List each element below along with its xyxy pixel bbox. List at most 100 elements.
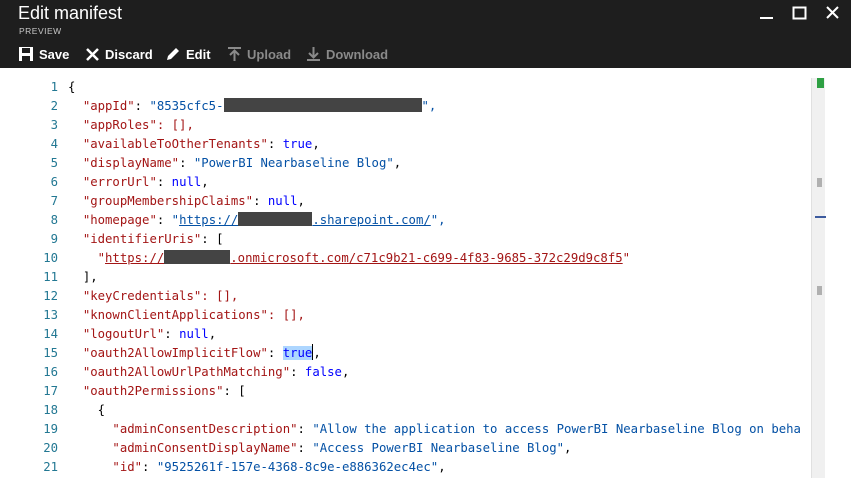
- json-text: ],: [82, 270, 98, 284]
- json-key: "displayName": [82, 156, 180, 170]
- line-number: 3: [50, 118, 58, 132]
- discard-button[interactable]: Discard: [85, 42, 153, 66]
- redaction-bar: [223, 98, 422, 112]
- json-key: "oauth2AllowImplicitFlow": [82, 346, 268, 360]
- discard-icon: [86, 47, 99, 61]
- scroll-marker: [817, 178, 822, 187]
- json-key: "oauth2Permissions": [82, 384, 224, 398]
- text-cursor: [312, 344, 314, 360]
- discard-label: Discard: [105, 46, 153, 62]
- code-line: 16 "oauth2AllowUrlPathMatching": false,: [0, 363, 826, 382]
- line-number: 19: [43, 422, 58, 436]
- json-text: "keyCredentials": [],: [82, 289, 239, 303]
- json-key: "oauth2AllowUrlPathMatching": [82, 365, 291, 379]
- identifier-uri-link[interactable]: https:// .onmicrosoft.com/c71c9b21-c699-4…: [105, 250, 623, 265]
- vertical-scrollbar[interactable]: [811, 78, 825, 478]
- code-line: 9 "identifierUris": [: [0, 230, 826, 249]
- code-line: 4 "availableToOtherTenants": true,: [0, 135, 826, 154]
- line-number: 21: [43, 460, 58, 474]
- edit-button[interactable]: Edit: [165, 42, 211, 66]
- download-icon: [307, 47, 320, 61]
- upload-button[interactable]: Upload: [227, 42, 291, 66]
- line-number: 10: [43, 251, 58, 265]
- code-line: 1{: [0, 78, 826, 97]
- json-key: "adminConsentDescription": [112, 422, 298, 436]
- json-key: "logoutUrl": [82, 327, 165, 341]
- overview-ruler: [826, 68, 851, 478]
- save-button[interactable]: Save: [18, 42, 69, 66]
- json-brace: {: [97, 403, 106, 417]
- line-number: 8: [50, 213, 58, 227]
- json-punct: ",: [430, 213, 446, 227]
- json-value: null: [179, 327, 209, 341]
- json-text: "appRoles": [],: [82, 118, 194, 132]
- json-value: "8535cfc5-: [149, 99, 224, 113]
- line-number: 9: [50, 232, 58, 246]
- code-line: 21 "id": "9525261f-157e-4368-8c9e-e88636…: [0, 458, 826, 477]
- json-value: null: [171, 175, 202, 189]
- json-punct: ": [171, 213, 180, 227]
- code-line: 7 "groupMembershipClaims": null,: [0, 192, 826, 211]
- code-line: 15 "oauth2AllowImplicitFlow": true,: [0, 344, 826, 363]
- blade-title: Edit manifest: [18, 3, 123, 23]
- code-line: 19 "adminConsentDescription": "Allow the…: [0, 420, 826, 439]
- download-button[interactable]: Download: [306, 42, 388, 66]
- code-line: 8 "homepage": "https://.sharepoint.com/"…: [0, 211, 826, 230]
- json-key: "appId": [82, 99, 135, 113]
- link-text: https://: [105, 251, 165, 265]
- cursor-marker: [815, 216, 826, 218]
- redaction-bar: [238, 212, 313, 226]
- json-key: "homepage": [82, 213, 157, 227]
- upload-icon: [228, 47, 241, 61]
- code-line: 6 "errorUrl": null,: [0, 173, 826, 192]
- download-label: Download: [326, 46, 389, 62]
- blade-header: Edit manifest PREVIEW Save Discard Edit …: [0, 0, 851, 68]
- link-text: .sharepoint.com/: [312, 213, 431, 227]
- line-number: 16: [43, 365, 58, 379]
- json-value: "Access PowerBI Nearbaseline Blog": [312, 441, 565, 455]
- line-number: 11: [43, 270, 58, 284]
- command-bar: Save Discard Edit Upload Download: [0, 42, 851, 66]
- code-line: 20 "adminConsentDisplayName": "Access Po…: [0, 439, 826, 458]
- line-number: 13: [43, 308, 58, 322]
- close-icon[interactable]: [822, 4, 844, 24]
- upload-label: Upload: [247, 46, 292, 62]
- json-value: true: [282, 137, 313, 151]
- line-number: 5: [50, 156, 58, 170]
- homepage-link[interactable]: https:// .sharepoint.com/: [179, 212, 431, 227]
- line-number: 12: [43, 289, 58, 303]
- json-key: "groupMembershipClaims": [82, 194, 254, 208]
- code-line: 12 "keyCredentials": [],: [0, 287, 826, 306]
- scroll-marker: [817, 286, 822, 295]
- line-number: 4: [50, 137, 58, 151]
- maximize-icon[interactable]: [789, 4, 811, 24]
- line-number: 17: [43, 384, 58, 398]
- json-key: "identifierUris": [82, 232, 202, 246]
- code-line: 10 "https://.onmicrosoft.com/c71c9b21-c6…: [0, 249, 826, 268]
- code-line: 5 "displayName": "PowerBI Nearbaseline B…: [0, 154, 826, 173]
- json-key: "id": [112, 460, 143, 474]
- json-value: false: [304, 365, 342, 379]
- json-value: "PowerBI Nearbaseline Blog": [193, 156, 394, 170]
- json-value: "Allow the application to access PowerBI…: [312, 422, 801, 436]
- line-number: 14: [43, 327, 58, 341]
- json-punct: ": [622, 251, 631, 265]
- code-line: 13 "knownClientApplications": [],: [0, 306, 826, 325]
- save-label: Save: [39, 46, 70, 62]
- json-punct: ",: [421, 99, 437, 113]
- line-number: 15: [43, 346, 58, 360]
- edit-label: Edit: [186, 46, 211, 62]
- json-text: "knownClientApplications": [],: [82, 308, 305, 322]
- line-number: 18: [43, 403, 58, 417]
- code-line: 14 "logoutUrl": null,: [0, 325, 826, 344]
- line-number: 6: [50, 175, 58, 189]
- json-value-selected: true: [282, 346, 313, 360]
- code-line: 17 "oauth2Permissions": [: [0, 382, 826, 401]
- line-number: 20: [43, 441, 58, 455]
- code-line: 18 {: [0, 401, 826, 420]
- minimize-icon[interactable]: [756, 4, 778, 24]
- json-key: "errorUrl": [82, 175, 157, 189]
- json-editor[interactable]: 1{ 2 "appId": "8535cfc5- ", 3 "appRoles":…: [0, 68, 851, 478]
- pencil-icon: [167, 48, 179, 60]
- line-number: 7: [50, 194, 58, 208]
